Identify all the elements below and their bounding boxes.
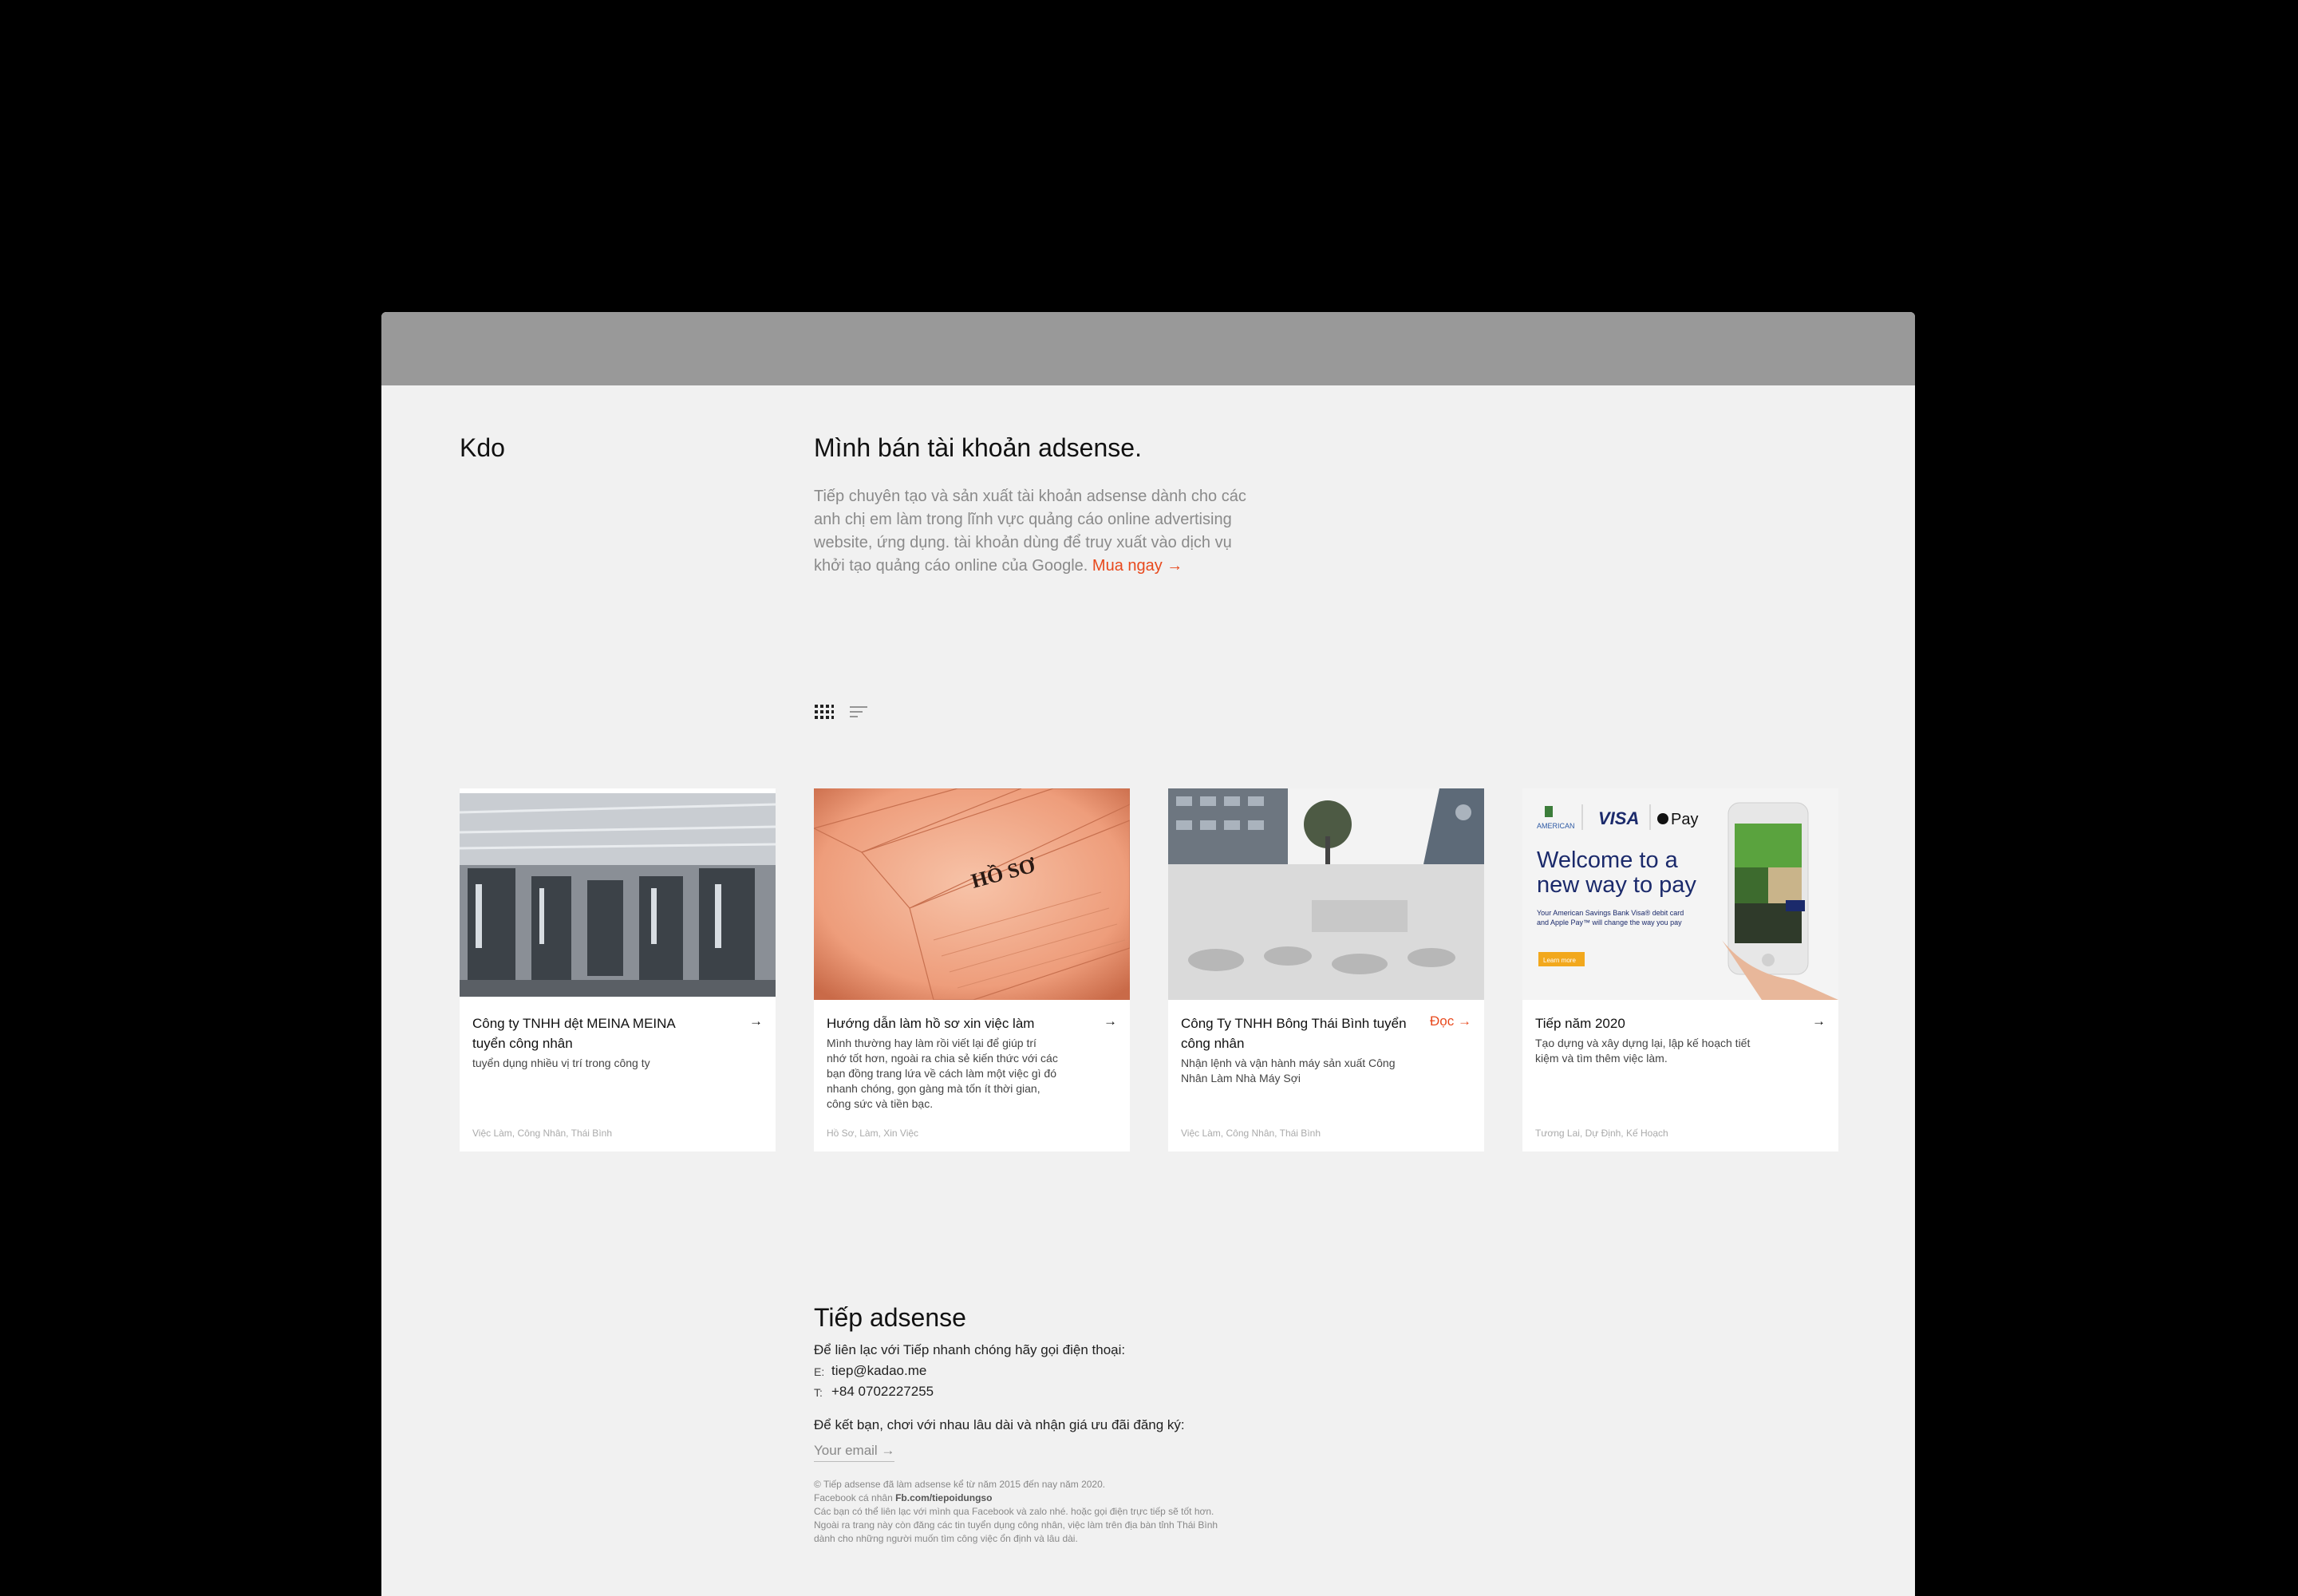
card-description: tuyển dụng nhiều vị trí trong công ty — [472, 1057, 650, 1069]
post-card[interactable]: Công ty TNHH dệt MEINA MEINA tuyển công … — [460, 788, 776, 1152]
card-image-factory[interactable] — [460, 788, 776, 1000]
subscribe-text: Để kết bạn, chơi với nhau lâu dài và nhậ… — [814, 1417, 1185, 1432]
card-description: Tạo dựng và xây dựng lại, lập kế hoạch t… — [1535, 1037, 1751, 1065]
ad-bank-name: AMERICAN — [1537, 822, 1575, 830]
card-tags: Việc Làm, Công Nhân, Thái Bình — [1181, 1128, 1321, 1139]
contact-section: Tiếp adsense Để liên lạc với Tiếp nhanh … — [814, 1303, 1293, 1546]
page-content: Kdo Mình bán tài khoản adsense. Tiếp chu… — [381, 385, 1915, 1596]
contact-phone-row: T: +84 0702227255 — [814, 1384, 1293, 1400]
hero-title: Mình bán tài khoản adsense. — [814, 433, 1142, 462]
window-titlebar — [381, 312, 1915, 385]
card-tags: Tương Lai, Dự Định, Kế Hoạch — [1535, 1128, 1668, 1139]
contact-email-row: E: tiep@kadao.me — [814, 1363, 1293, 1379]
contact-phone-link[interactable]: +84 0702227255 — [831, 1384, 934, 1400]
card-title[interactable]: Hướng dẫn làm hồ sơ xin việc làm — [827, 1013, 1066, 1033]
ad-headline: Welcome to a new way to pay — [1537, 848, 1696, 898]
list-view-icon[interactable] — [850, 703, 869, 721]
email-key: E: — [814, 1365, 825, 1378]
grid-view-icon[interactable] — [815, 703, 834, 721]
card-image-documents[interactable]: HỒ SƠ — [814, 788, 1130, 1000]
buy-now-link[interactable]: Mua ngay → — [1092, 557, 1183, 575]
hero-body: Tiếp chuyên tạo và sản xuất tài khoản ad… — [814, 485, 1261, 578]
footer-copyright: © Tiếp adsense đã làm adsense kể từ năm … — [814, 1479, 1106, 1490]
footer-text: © Tiếp adsense đã làm adsense kể từ năm … — [814, 1478, 1261, 1546]
card-arrow[interactable]: → — [1104, 1013, 1117, 1029]
footer-line-4: Ngoài ra trang này còn đăng các tin tuyể… — [814, 1519, 1218, 1531]
hero-section: Mình bán tài khoản adsense. Tiếp chuyên … — [814, 433, 1261, 578]
footer-line-3: Các bạn có thể liên lạc với mình qua Fac… — [814, 1506, 1214, 1517]
card-description: Mình thường hay làm rồi viết lại để giúp… — [827, 1037, 1058, 1110]
footer-facebook: Facebook cá nhân Fb.com/tiepoidungso — [814, 1491, 1261, 1505]
card-title[interactable]: Công Ty TNHH Bông Thái Bình tuyển công n… — [1181, 1013, 1420, 1053]
facebook-link[interactable]: Fb.com/tiepoidungso — [895, 1492, 992, 1503]
view-switcher — [815, 703, 869, 721]
card-tags: Việc Làm, Công Nhân, Thái Bình — [472, 1128, 612, 1139]
browser-window: Kdo Mình bán tài khoản adsense. Tiếp chu… — [381, 312, 1915, 1596]
post-card[interactable]: Công Ty TNHH Bông Thái Bình tuyển công n… — [1168, 788, 1484, 1152]
card-title[interactable]: Tiếp năm 2020 — [1535, 1013, 1775, 1033]
email-input[interactable]: Your email → — [814, 1443, 895, 1462]
card-arrow[interactable]: → — [749, 1013, 763, 1029]
card-description: Nhận lệnh và vận hành máy sản xuất Công … — [1181, 1057, 1396, 1084]
ad-visa-label: VISA — [1598, 808, 1639, 828]
card-tags: Hồ Sơ, Làm, Xin Việc — [827, 1128, 919, 1139]
ad-subtext: Your American Savings Bank Visa® debit c… — [1537, 909, 1684, 926]
footer-line-5: dành cho những người muốn tìm công việc … — [814, 1533, 1078, 1544]
phone-key: T: — [814, 1386, 823, 1399]
contact-title: Tiếp adsense — [814, 1303, 966, 1332]
ad-pay-label: Pay — [1671, 811, 1698, 828]
post-card[interactable]: HỒ SƠ Hướng dẫn làm hồ sơ xin việc làm →… — [814, 788, 1130, 1152]
contact-email-link[interactable]: tiep@kadao.me — [831, 1363, 926, 1379]
bank-logo-icon — [1545, 806, 1553, 817]
ad-learn-more: Learn more — [1543, 957, 1576, 964]
card-arrow[interactable]: → — [1812, 1013, 1826, 1029]
footer-facebook-label: Facebook cá nhân — [814, 1492, 893, 1503]
card-grid: Công ty TNHH dệt MEINA MEINA tuyển công … — [460, 788, 1838, 1152]
card-title[interactable]: Công ty TNHH dệt MEINA MEINA tuyển công … — [472, 1013, 712, 1053]
card-read-link[interactable]: Đọc → — [1430, 1013, 1471, 1029]
contact-intro: Để liên lạc với Tiếp nhanh chóng hãy gọi… — [814, 1342, 1126, 1357]
post-card[interactable]: AMERICAN VISA Pay Welcome to a new way t… — [1522, 788, 1838, 1152]
site-logo[interactable]: Kdo — [460, 433, 505, 463]
card-image-building[interactable] — [1168, 788, 1484, 1000]
card-image-ad[interactable]: AMERICAN VISA Pay Welcome to a new way t… — [1522, 788, 1838, 1000]
apple-logo-icon — [1657, 813, 1668, 824]
